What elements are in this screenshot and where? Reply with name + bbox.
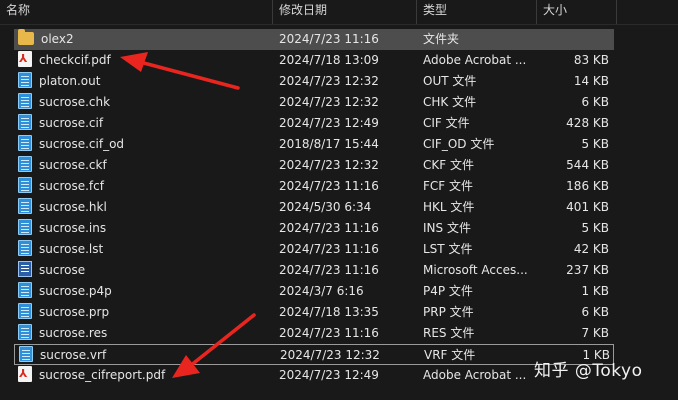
red-arrow-cifreport: [172, 313, 256, 378]
annotation-overlay: [120, 52, 256, 378]
watermark: 知乎 @Tokyo: [534, 361, 643, 381]
red-arrow-checkcif: [120, 52, 240, 90]
